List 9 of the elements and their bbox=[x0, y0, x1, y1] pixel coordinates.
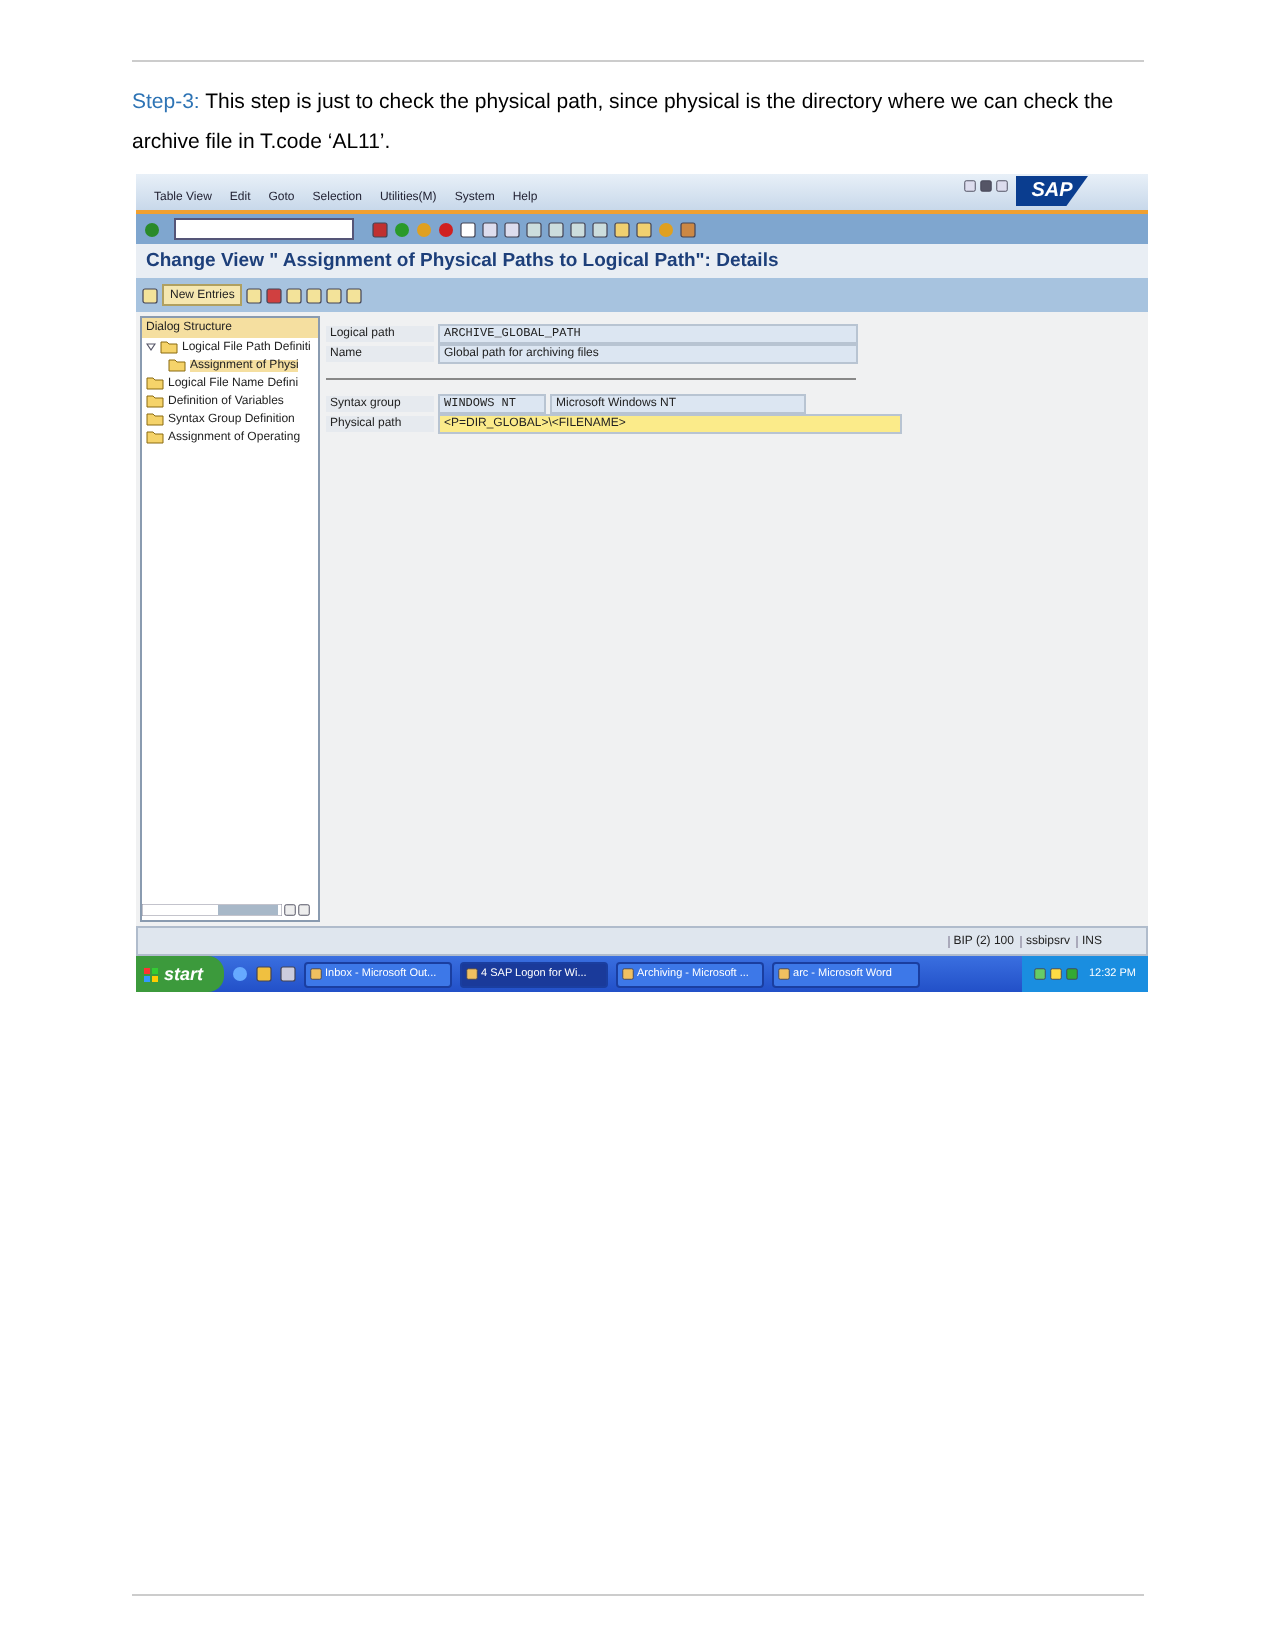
command-field[interactable] bbox=[174, 218, 354, 240]
collapse-arrow-icon[interactable] bbox=[146, 342, 156, 352]
screen-title: Change View " Assignment of Physical Paths to Logical Path": Details bbox=[136, 244, 1148, 278]
windows-flag-icon bbox=[144, 967, 158, 981]
step-paragraph: Step-3: This step is just to check the physical path, since physical is the directory where we can check the archive file in T.code ‘AL11’. bbox=[132, 88, 1116, 158]
sap-logo: SAP bbox=[1016, 176, 1088, 206]
start-button[interactable]: start bbox=[136, 956, 224, 992]
open-folder-icon bbox=[168, 358, 186, 372]
horizontal-scrollbar[interactable] bbox=[142, 903, 282, 915]
